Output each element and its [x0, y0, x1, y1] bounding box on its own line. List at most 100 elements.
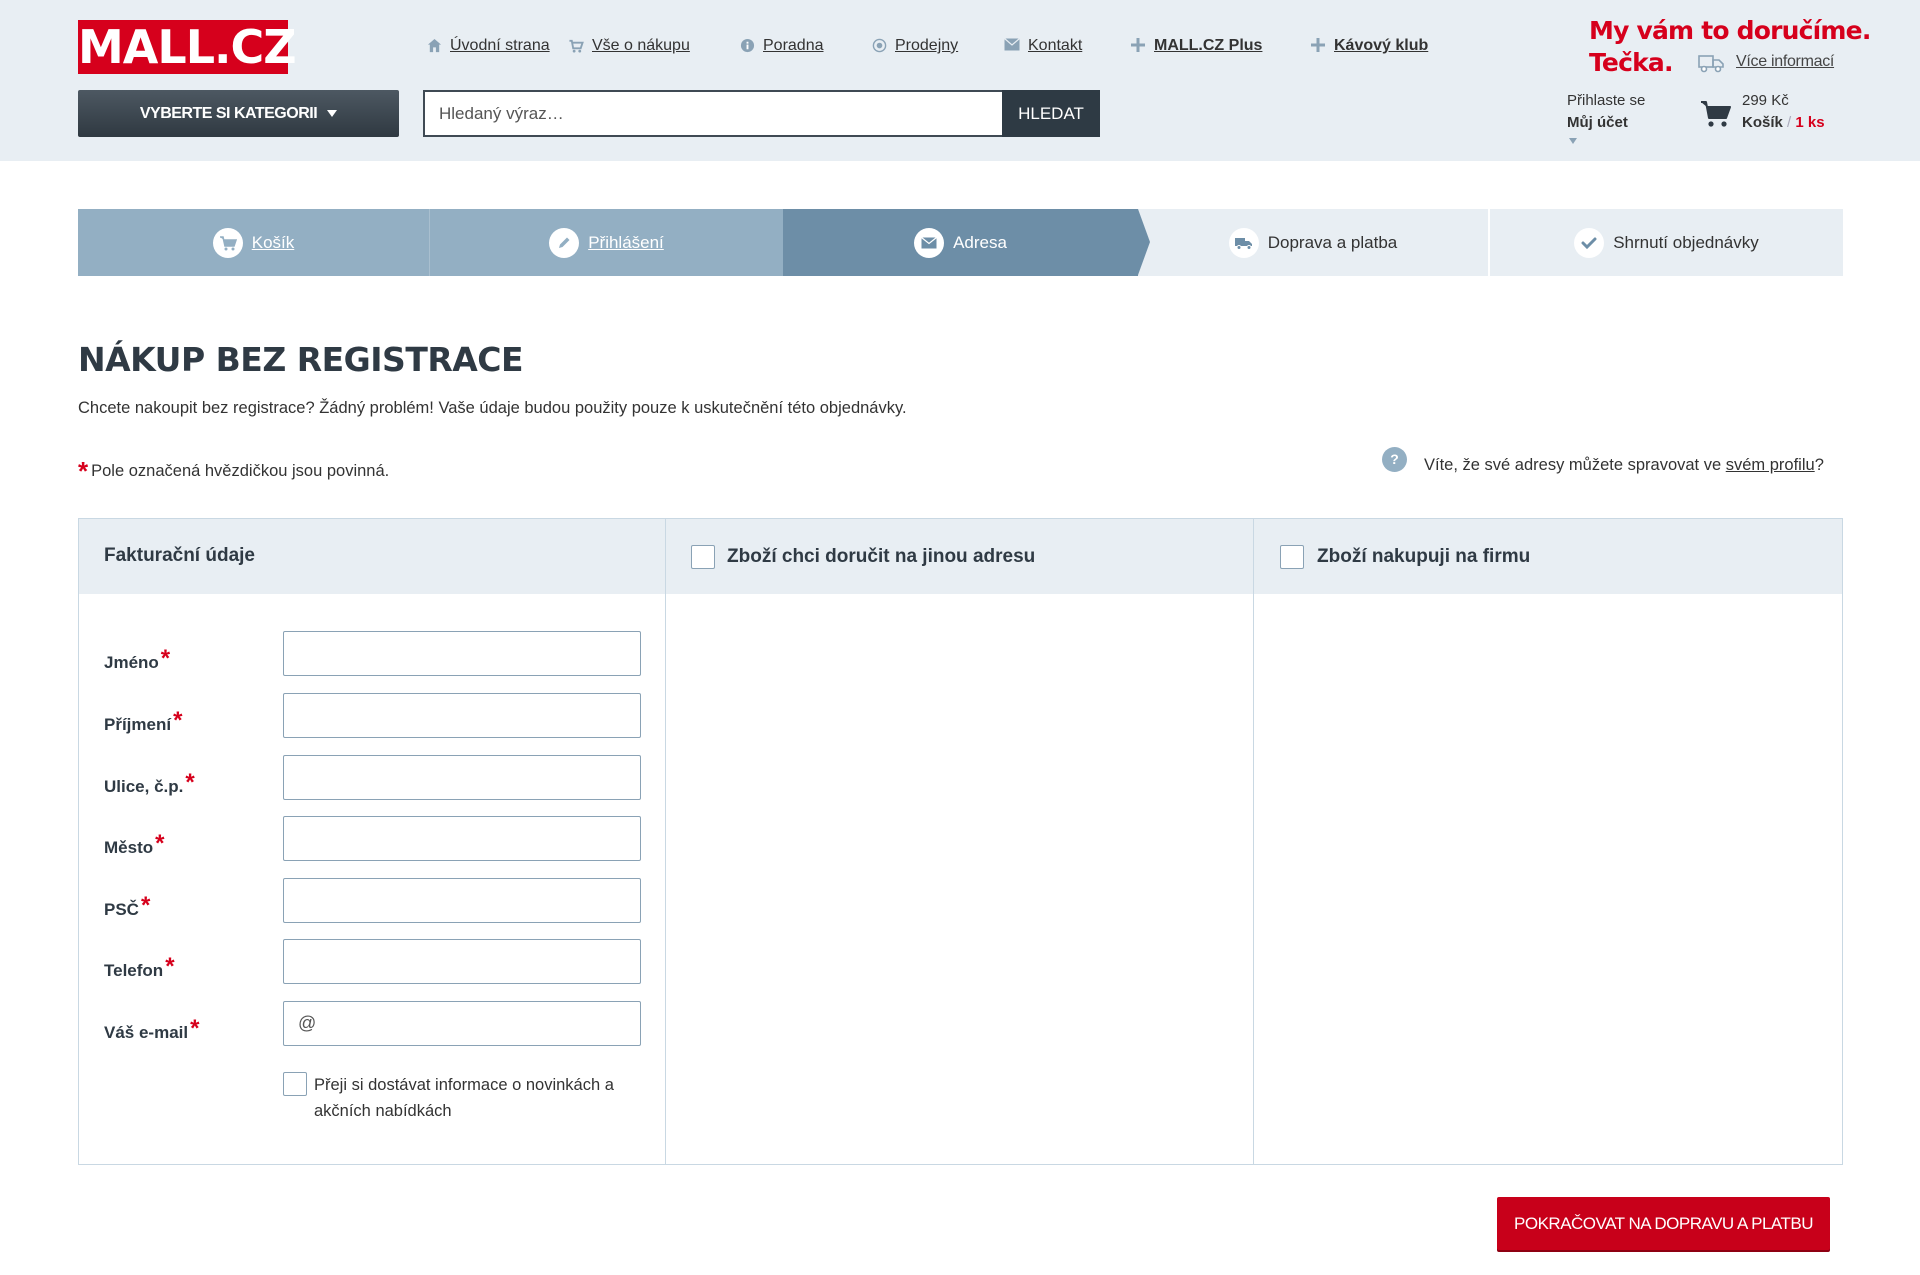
step-cart[interactable]: Košík — [78, 209, 430, 276]
email-field[interactable]: @ — [283, 1001, 641, 1046]
city-field[interactable] — [283, 816, 641, 861]
nav-coffee-club-label: Kávový klub — [1334, 37, 1429, 54]
first-name-label: Jméno* — [104, 645, 170, 673]
help-icon[interactable]: ? — [1382, 447, 1407, 472]
profile-link[interactable]: svém profilu — [1726, 456, 1815, 474]
checkout-steps: Košík Přihlášení Adresa Doprava a platba… — [78, 209, 1843, 276]
phone-label-text: Telefon — [104, 961, 164, 980]
nav-advice[interactable]: Poradna — [739, 37, 871, 55]
required-star: * — [140, 892, 151, 919]
address-help-text: Víte, že své adresy můžete spravovat ve … — [1424, 456, 1824, 475]
nav-mall-plus[interactable]: MALL.CZ Plus — [1130, 37, 1310, 55]
slogan-line-2: Tečka. — [1589, 48, 1674, 77]
cart-price[interactable]: 299 Kč — [1742, 92, 1789, 109]
intro-text: Chcete nakoupit bez registrace? Žádný pr… — [78, 399, 907, 417]
street-label: Ulice, č.p.* — [104, 769, 195, 797]
cart-icon — [212, 227, 243, 258]
city-label-text: Město — [104, 838, 154, 857]
page-title: NÁKUP BEZ REGISTRACE — [78, 340, 524, 379]
nav-home[interactable]: Úvodní strana — [426, 37, 568, 55]
different-address-label[interactable]: Zboží chci doručit na jinou adresu — [727, 546, 1035, 568]
home-icon — [426, 38, 442, 54]
search-input[interactable]: Hledaný výraz… — [423, 90, 1002, 137]
company-purchase-checkbox[interactable] — [1280, 545, 1304, 569]
required-star: * — [173, 707, 183, 734]
nav-home-label: Úvodní strana — [450, 37, 550, 54]
last-name-label: Příjmení* — [104, 707, 182, 735]
nav-contact-label: Kontakt — [1028, 37, 1083, 54]
plus-icon — [1130, 38, 1146, 54]
different-address-checkbox[interactable] — [691, 545, 715, 569]
zip-label: PSČ* — [104, 892, 150, 920]
last-name-label-text: Příjmení — [104, 715, 172, 734]
site-header: MALL.CZ VYBERTE SI KATEGORII Úvodní stra… — [0, 0, 1920, 161]
cart-label: Košík — [1742, 114, 1783, 131]
delivery-truck-icon — [1698, 53, 1724, 73]
first-name-field[interactable] — [283, 631, 641, 676]
step-address-label: Adresa — [953, 232, 1007, 252]
required-star: * — [165, 953, 175, 980]
last-name-field[interactable] — [283, 693, 641, 738]
required-star: * — [78, 456, 89, 486]
step-login[interactable]: Přihlášení — [430, 209, 783, 276]
more-info-link[interactable]: Více informací — [1736, 53, 1834, 71]
required-star: * — [185, 769, 195, 796]
mall-logo[interactable]: MALL.CZ — [78, 20, 297, 74]
step-summary: Shrnutí objednávky — [1490, 209, 1843, 276]
cart-icon[interactable] — [1700, 98, 1732, 130]
plus-icon — [1310, 38, 1326, 54]
check-icon — [1574, 227, 1605, 258]
phone-label: Telefon* — [104, 953, 175, 981]
help-text-prefix: Víte, že své adresy můžete spravovat ve — [1424, 456, 1726, 474]
step-cart-label: Košík — [251, 232, 295, 252]
step-shipping-payment-label: Doprava a platba — [1267, 232, 1398, 252]
category-button-label: VYBERTE SI KATEGORII — [139, 105, 318, 122]
email-label-text: Váš e-mail — [104, 1023, 189, 1042]
caret-down-icon — [327, 110, 338, 118]
street-field[interactable] — [283, 755, 641, 800]
my-account-link[interactable]: Můj účet — [1567, 114, 1628, 131]
cart-summary[interactable]: Košík / 1 ks — [1742, 114, 1825, 131]
info-icon — [739, 38, 755, 54]
cart-quantity: 1 ks — [1795, 114, 1825, 131]
nav-about-shopping[interactable]: Vše o nákupu — [568, 37, 739, 55]
newsletter-label[interactable]: Přeji si dostávat informace o novinkách … — [314, 1072, 644, 1124]
step-summary-label: Shrnutí objednávky — [1613, 232, 1759, 252]
envelope-icon — [914, 227, 945, 258]
required-note: * Pole označená hvězdičkou jsou povinná. — [78, 456, 389, 487]
billing-title: Fakturační údaje — [104, 545, 255, 566]
help-text-suffix: ? — [1814, 456, 1824, 474]
nav-advice-label: Poradna — [763, 37, 824, 54]
column-divider — [1253, 519, 1254, 1164]
cart-icon — [568, 38, 584, 54]
phone-field[interactable] — [283, 939, 641, 984]
category-button[interactable]: VYBERTE SI KATEGORII — [78, 90, 399, 137]
nav-stores-label: Prodejny — [895, 37, 959, 54]
slogan-line-1: My vám to doručíme. — [1589, 16, 1871, 45]
nav-mall-plus-label: MALL.CZ Plus — [1154, 37, 1263, 54]
street-label-text: Ulice, č.p. — [104, 777, 184, 796]
step-login-label: Přihlášení — [588, 232, 664, 252]
zip-label-text: PSČ — [104, 900, 139, 919]
newsletter-checkbox[interactable] — [283, 1072, 307, 1096]
required-star: * — [155, 830, 165, 857]
cart-separator: / — [1787, 114, 1792, 131]
column-divider — [665, 519, 666, 1164]
required-star: * — [160, 645, 171, 672]
required-note-text: Pole označená hvězdičkou jsou povinná. — [91, 462, 390, 480]
top-navigation: Úvodní strana Vše o nákupu Poradna Prode… — [426, 34, 1428, 58]
zip-field[interactable] — [283, 878, 641, 923]
search-button[interactable]: HLEDAT — [1002, 90, 1100, 137]
continue-to-shipping-button[interactable]: POKRAČOVAT NA DOPRAVU A PLATBU — [1497, 1197, 1830, 1250]
step-address: Adresa — [783, 209, 1150, 276]
location-icon — [871, 38, 887, 54]
company-purchase-label[interactable]: Zboží nakupuji na firmu — [1317, 546, 1530, 568]
login-prompt[interactable]: Přihlaste se — [1567, 92, 1645, 109]
mail-icon — [1004, 38, 1020, 54]
account-caret-icon[interactable] — [1569, 138, 1577, 144]
nav-coffee-club[interactable]: Kávový klub — [1310, 37, 1428, 55]
nav-contact[interactable]: Kontakt — [1004, 37, 1130, 55]
city-label: Město* — [104, 830, 164, 858]
nav-about-shopping-label: Vše o nákupu — [592, 37, 690, 54]
nav-stores[interactable]: Prodejny — [871, 37, 1004, 55]
